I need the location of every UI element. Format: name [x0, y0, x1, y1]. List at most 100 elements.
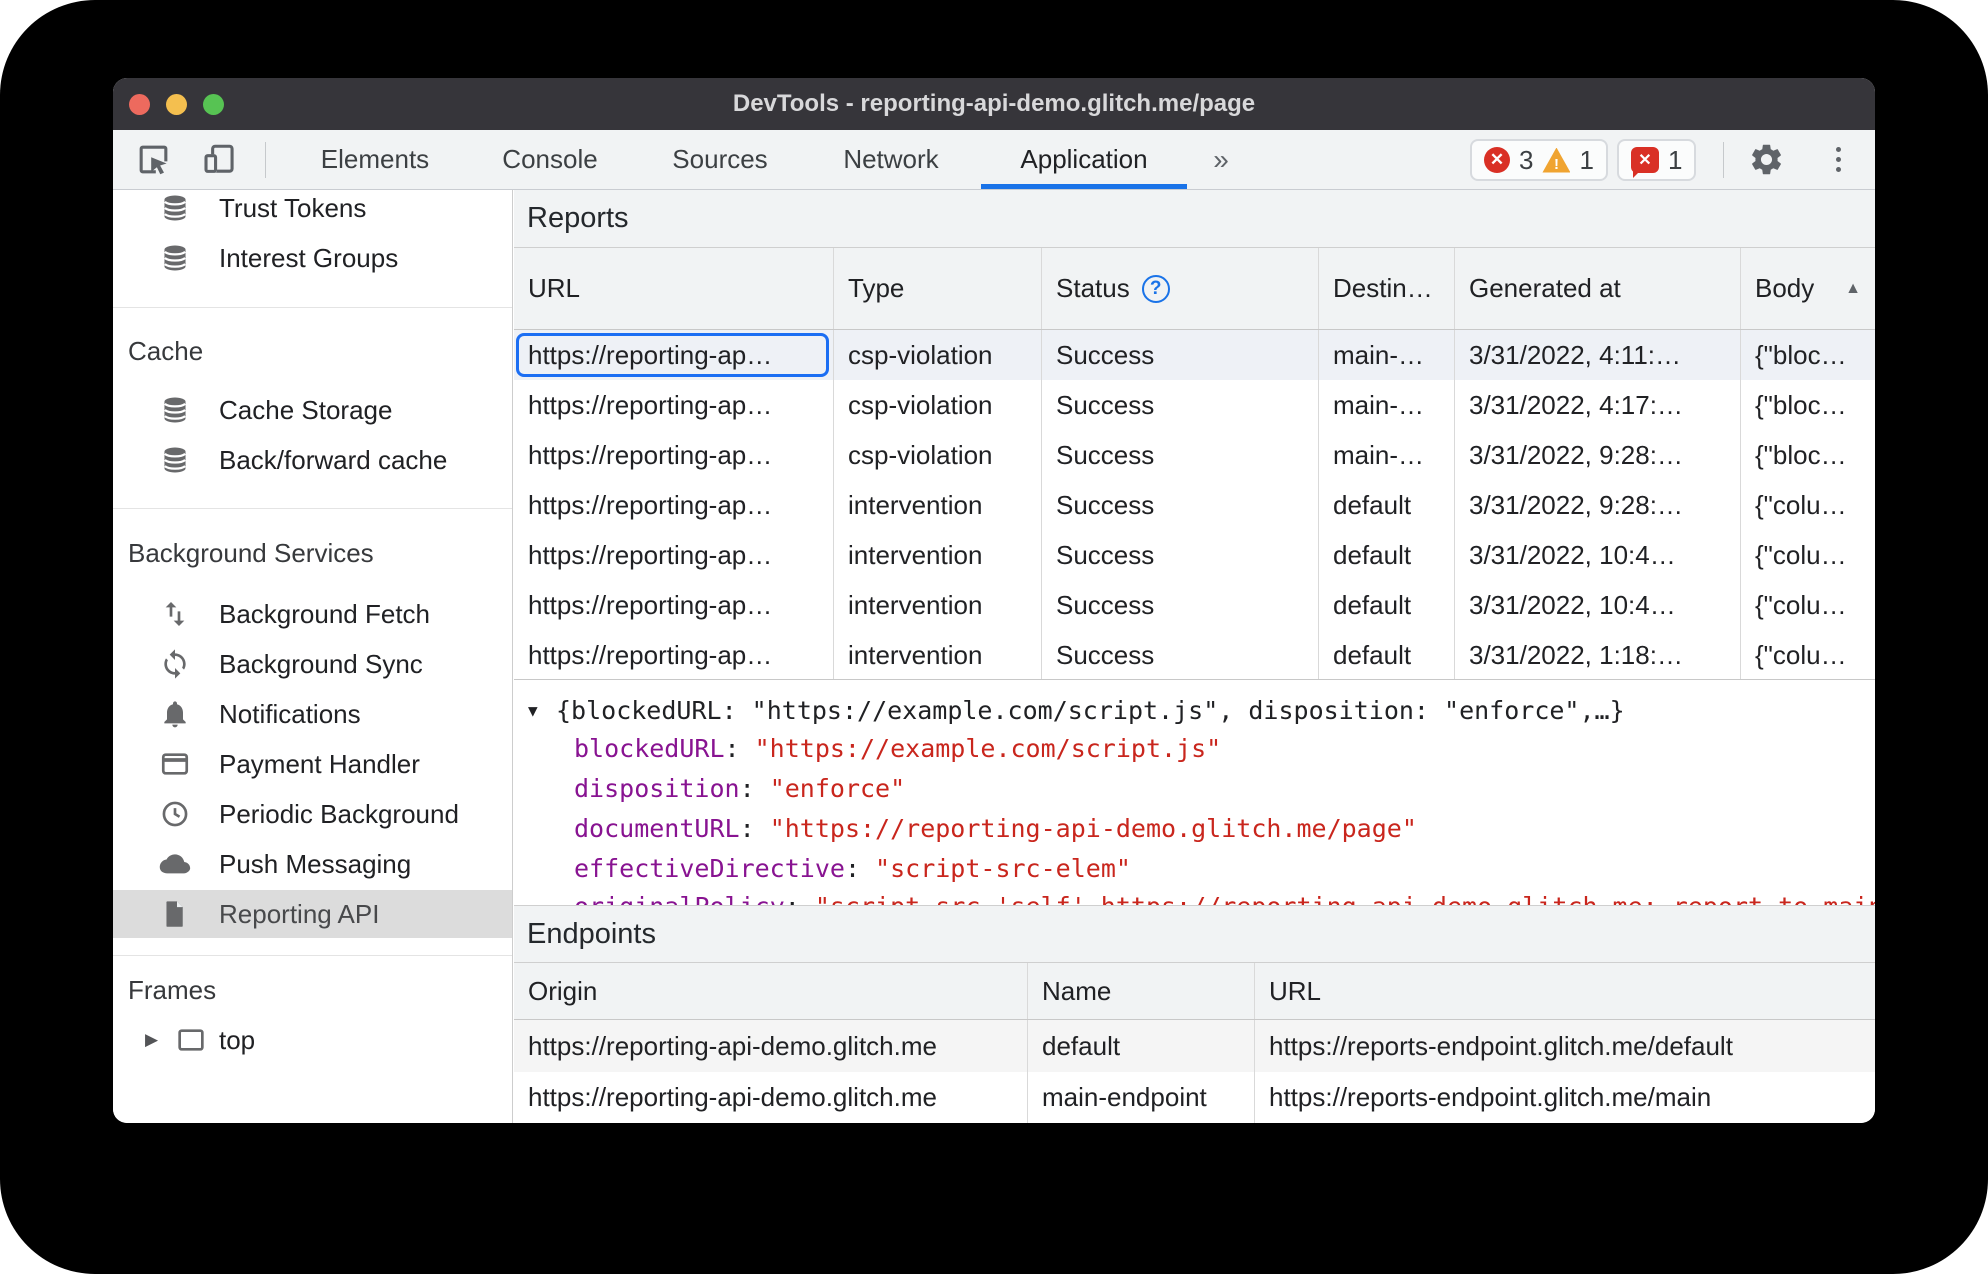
- sidebar-item-interest-groups[interactable]: Interest Groups: [113, 234, 512, 282]
- report-cell-url: https://reporting-ap…: [514, 380, 834, 430]
- report-cell-generated: 3/31/2022, 4:11:…: [1455, 330, 1741, 380]
- toolbar-divider: [265, 142, 266, 178]
- issues-button[interactable]: ✕ 1: [1617, 139, 1697, 181]
- endpoint-row[interactable]: https://reporting-api-demo.glitch.me defa…: [514, 1020, 1875, 1072]
- report-cell-generated: 3/31/2022, 9:28:…: [1455, 480, 1741, 530]
- error-icon: ✕: [1484, 147, 1510, 173]
- console-status-button[interactable]: ✕ 3 ! 1: [1470, 139, 1608, 181]
- report-cell-destination: default: [1319, 580, 1455, 630]
- endpoint-row[interactable]: https://reporting-api-demo.glitch.me main…: [514, 1072, 1875, 1123]
- expand-arrow-icon[interactable]: ▶: [145, 1030, 158, 1050]
- report-row[interactable]: https://reporting-ap… csp-violation Succes…: [514, 380, 1875, 430]
- sidebar-item-label: Periodic Background: [219, 798, 459, 829]
- desktop-background: DevTools - reporting-api-demo.glitch.me/…: [0, 0, 1988, 1274]
- reports-column-header-body[interactable]: Body ▲: [1741, 248, 1875, 329]
- sidebar-item-notifications[interactable]: Notifications: [113, 690, 512, 738]
- report-body-summary[interactable]: ▼ {blockedURL: "https://example.com/scrip…: [514, 690, 1875, 730]
- help-icon[interactable]: ?: [1141, 274, 1170, 303]
- report-row[interactable]: https://reporting-ap… intervention Success…: [514, 580, 1875, 630]
- sidebar-item-label: Notifications: [219, 698, 361, 729]
- sidebar-item-back-forward-cache[interactable]: Back/forward cache: [113, 436, 512, 484]
- sidebar-divider: [113, 307, 512, 308]
- more-tabs-button[interactable]: »: [1213, 130, 1229, 189]
- inspect-cursor-icon[interactable]: [133, 130, 173, 189]
- tab-console[interactable]: Console: [502, 130, 597, 189]
- sidebar-section-cache: Cache: [128, 335, 204, 366]
- json-preview-text: {blockedURL: "https://example.com/script…: [556, 695, 1625, 725]
- report-cell-body: {"colu…: [1755, 589, 1847, 620]
- sidebar-item-label: Trust Tokens: [219, 192, 367, 223]
- report-cell-status: Success: [1042, 580, 1319, 630]
- reports-column-header-type[interactable]: Type: [834, 248, 1042, 329]
- sidebar-item-label: Back/forward cache: [219, 444, 448, 475]
- report-row[interactable]: https://reporting-ap… intervention Success…: [514, 480, 1875, 530]
- json-property-effectiveDirective: effectiveDirective: "script-src-elem": [514, 848, 1875, 888]
- issues-count: 1: [1668, 144, 1683, 175]
- reports-column-header-destination[interactable]: Destin…: [1319, 248, 1455, 329]
- json-property-originalPolicy: originalPolicy: "script-src 'self' https…: [514, 886, 1875, 906]
- sidebar-item-label: Cache Storage: [219, 394, 393, 425]
- sidebar-item-background-sync[interactable]: Background Sync: [113, 640, 512, 688]
- sidebar-item-payment-handler[interactable]: Payment Handler: [113, 740, 512, 788]
- json-key: documentURL: "https://reporting-api-demo…: [574, 813, 1417, 843]
- report-cell-status: Success: [1042, 330, 1319, 380]
- tab-network[interactable]: Network: [843, 130, 938, 189]
- sidebar-item-reporting-api[interactable]: Reporting API: [113, 890, 512, 938]
- endpoints-column-header-name[interactable]: Name: [1028, 963, 1255, 1019]
- report-cell-destination: default: [1319, 630, 1455, 680]
- settings-gear-icon[interactable]: [1746, 130, 1786, 189]
- report-cell-generated: 3/31/2022, 4:17:…: [1455, 380, 1741, 430]
- frame-icon: [175, 1024, 207, 1056]
- document-icon: [159, 898, 191, 930]
- report-cell-status: Success: [1042, 480, 1319, 530]
- json-value: "script-src-elem": [875, 853, 1131, 883]
- json-property-blockedURL: blockedURL: "https://example.com/script.…: [514, 728, 1875, 768]
- report-row[interactable]: https://reporting-ap… intervention Success…: [514, 530, 1875, 580]
- endpoints-column-header-url[interactable]: URL: [1255, 963, 1875, 1019]
- report-cell-destination: main-…: [1319, 430, 1455, 480]
- report-cell-status: Success: [1042, 380, 1319, 430]
- report-cell-status: Success: [1042, 630, 1319, 680]
- report-row[interactable]: https://reporting-ap… csp-violation Succes…: [514, 330, 1875, 380]
- tab-application[interactable]: Application: [1020, 130, 1147, 189]
- endpoints-column-header-origin[interactable]: Origin: [514, 963, 1028, 1019]
- sort-ascending-icon: ▲: [1845, 279, 1861, 297]
- sidebar-item-label: Payment Handler: [219, 748, 420, 779]
- clock-icon: [159, 798, 191, 830]
- sidebar-item-push-messaging[interactable]: Push Messaging: [113, 840, 512, 888]
- endpoints-heading-bar: Endpoints: [514, 905, 1875, 963]
- report-cell-status: Success: [1042, 530, 1319, 580]
- report-cell-body: {"bloc…: [1755, 439, 1847, 470]
- report-cell-type: intervention: [834, 580, 1042, 630]
- background-fetch-icon: [159, 598, 191, 630]
- sidebar-item-periodic-background[interactable]: Periodic Background: [113, 790, 512, 838]
- tab-elements[interactable]: Elements: [321, 130, 429, 189]
- report-cell-type: csp-violation: [834, 380, 1042, 430]
- titlebar: DevTools - reporting-api-demo.glitch.me/…: [113, 78, 1875, 130]
- background-sync-icon: [159, 648, 191, 680]
- endpoints-heading: Endpoints: [527, 917, 656, 950]
- warning-count: 1: [1579, 144, 1594, 175]
- reports-column-header-generated-at[interactable]: Generated at: [1455, 248, 1741, 329]
- json-property-documentURL: documentURL: "https://reporting-api-demo…: [514, 808, 1875, 848]
- report-cell-body: {"colu…: [1755, 489, 1847, 520]
- sidebar-item-top[interactable]: ▶ top: [113, 1016, 512, 1064]
- error-count: 3: [1519, 144, 1534, 175]
- report-row[interactable]: https://reporting-ap… intervention Success…: [514, 630, 1875, 680]
- sidebar-item-label: top: [219, 1024, 256, 1055]
- report-cell-url: https://reporting-ap…: [514, 430, 834, 480]
- sidebar-item-trust-tokens[interactable]: Trust Tokens: [113, 190, 512, 232]
- sidebar-item-background-fetch[interactable]: Background Fetch: [113, 590, 512, 638]
- expander-triangle-icon[interactable]: ▼: [528, 701, 538, 720]
- kebab-menu-icon[interactable]: [1819, 130, 1857, 189]
- tab-sources[interactable]: Sources: [672, 130, 767, 189]
- device-toolbar-icon[interactable]: [198, 130, 238, 189]
- sidebar-item-cache-storage[interactable]: Cache Storage: [113, 386, 512, 434]
- database-icon: [159, 242, 191, 274]
- reports-column-header-status[interactable]: Status?: [1042, 248, 1319, 329]
- report-cell-body: {"colu…: [1755, 639, 1847, 670]
- report-cell-destination: default: [1319, 480, 1455, 530]
- report-cell-type: intervention: [834, 480, 1042, 530]
- report-row[interactable]: https://reporting-ap… csp-violation Succes…: [514, 430, 1875, 480]
- reports-column-header-url[interactable]: URL: [514, 248, 834, 329]
